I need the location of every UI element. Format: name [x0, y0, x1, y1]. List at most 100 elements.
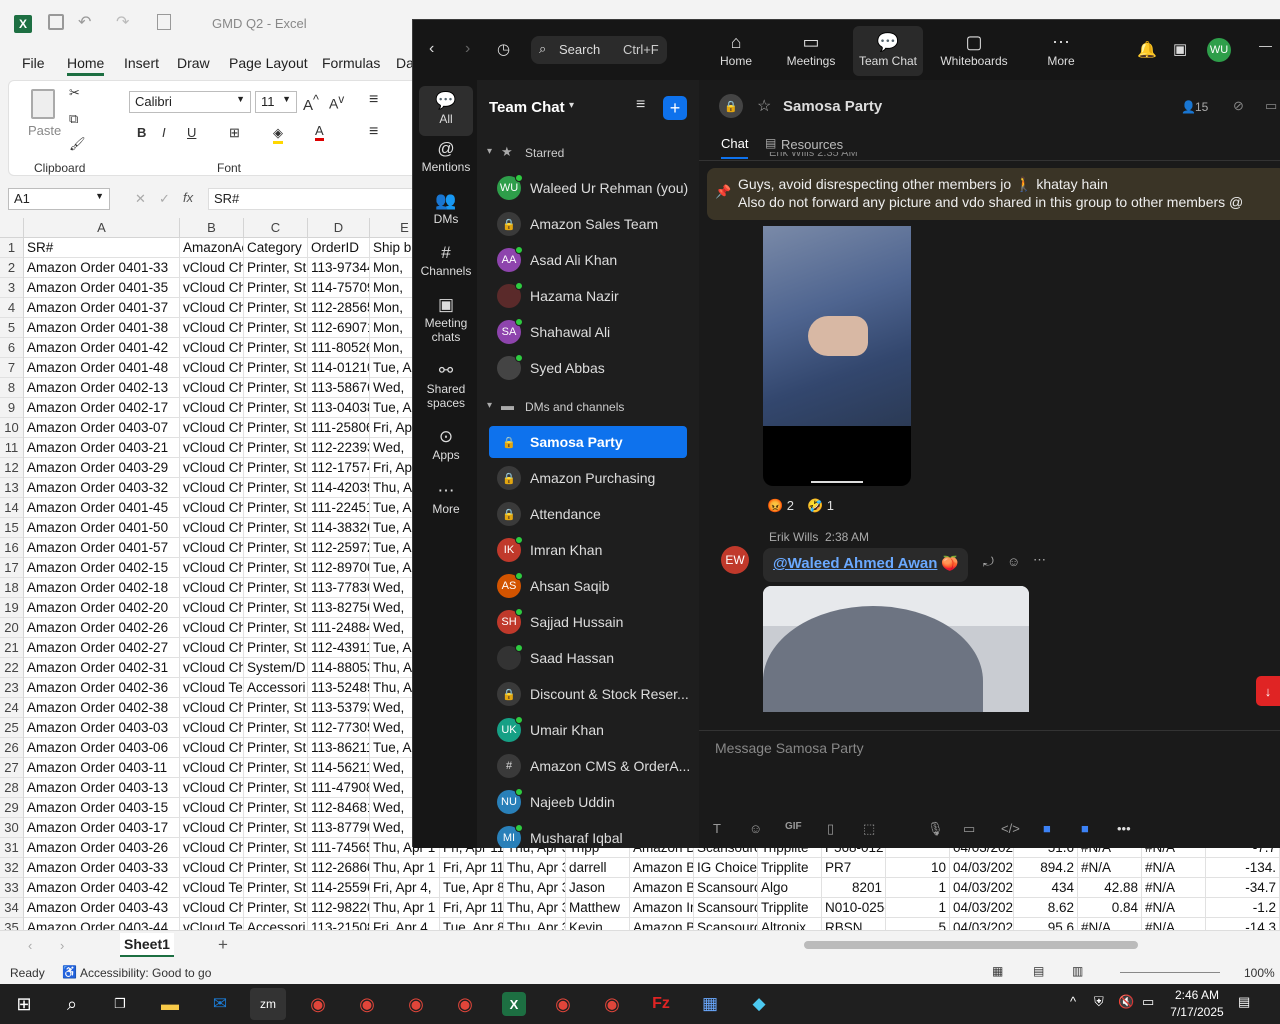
table-cell[interactable]: Printer, St — [244, 758, 308, 778]
table-cell[interactable]: Printer, St — [244, 618, 308, 638]
table-cell[interactable]: 434 — [1014, 878, 1078, 898]
table-cell[interactable]: 113-58676 — [308, 378, 370, 398]
table-cell[interactable]: vCloud Ch — [180, 898, 244, 918]
table-cell[interactable]: 112-77305 — [308, 718, 370, 738]
shared-video-thumbnail[interactable] — [763, 226, 911, 486]
table-cell[interactable]: PR7 — [822, 858, 886, 878]
table-cell[interactable]: Fri, Apr 4, — [370, 878, 440, 898]
column-header[interactable]: D — [308, 218, 370, 238]
row-header[interactable]: 24 — [0, 698, 24, 718]
tab-draw[interactable]: Draw — [177, 55, 210, 71]
row-header[interactable]: 26 — [0, 738, 24, 758]
table-cell[interactable]: 112-25972 — [308, 538, 370, 558]
chat-list-item[interactable]: 🔒 Attendance — [489, 498, 687, 530]
table-cell[interactable]: SR# — [24, 238, 180, 258]
table-cell[interactable]: #N/A — [1142, 898, 1206, 918]
more-actions-icon[interactable]: ⋯ — [1033, 552, 1046, 568]
table-cell[interactable]: Amazon Order 0402-15 — [24, 558, 180, 578]
table-cell[interactable]: Amazon Order 0401-38 — [24, 318, 180, 338]
copy-icon[interactable]: ⧉ — [69, 111, 78, 127]
table-cell[interactable]: Thu, Apr 3 — [504, 918, 566, 930]
table-cell[interactable]: Amazon Order 0401-35 — [24, 278, 180, 298]
calendar-icon[interactable]: ▣ — [1173, 40, 1187, 58]
row-header[interactable]: 35 — [0, 918, 24, 930]
table-cell[interactable]: Printer, St — [244, 298, 308, 318]
table-cell[interactable]: Thu, Apr 1 — [370, 858, 440, 878]
table-cell[interactable]: Accessori — [244, 678, 308, 698]
chat-list-item[interactable]: IK Imran Khan — [489, 534, 687, 566]
row-header[interactable]: 10 — [0, 418, 24, 438]
table-cell[interactable]: Amazon Order 0402-13 — [24, 378, 180, 398]
formula-input[interactable]: SR# — [208, 188, 428, 210]
table-cell[interactable]: Amazon Order 0402-36 — [24, 678, 180, 698]
table-cell[interactable]: Printer, St — [244, 718, 308, 738]
table-cell[interactable]: Thu, Apr 3 — [504, 898, 566, 918]
zoom-level[interactable]: 100% — [1244, 966, 1275, 980]
column-header[interactable]: A — [24, 218, 180, 238]
table-cell[interactable]: vCloud Ch — [180, 538, 244, 558]
chat-list-item[interactable]: Hazama Nazir — [489, 280, 687, 312]
chevron-up-icon[interactable]: ^ — [1070, 994, 1076, 1009]
chat-list-item[interactable]: MI Musharaf Iqbal — [489, 822, 687, 848]
row-header[interactable]: 5 — [0, 318, 24, 338]
network-icon[interactable]: ▭ — [1142, 994, 1154, 1010]
table-cell[interactable]: 04/03/202 — [950, 918, 1014, 930]
table-cell[interactable]: vCloud Ch — [180, 358, 244, 378]
table-cell[interactable]: Amazon Order 0401-57 — [24, 538, 180, 558]
message-composer[interactable]: Message Samosa Party — [715, 740, 864, 756]
font-color-icon[interactable]: A — [315, 123, 324, 141]
row-header[interactable]: 3 — [0, 278, 24, 298]
table-cell[interactable]: Printer, St — [244, 358, 308, 378]
table-cell[interactable]: Tue, Apr 8 — [440, 918, 504, 930]
table-cell[interactable]: RBSN — [822, 918, 886, 930]
next-sheet-icon[interactable]: › — [60, 938, 64, 953]
table-cell[interactable]: vCloud Ch — [180, 578, 244, 598]
chat-list-item[interactable]: WU Waleed Ur Rehman (you) — [489, 172, 688, 204]
screenshot-icon[interactable]: ⬚ — [863, 821, 875, 837]
nav-home[interactable]: ⌂ Home — [703, 26, 769, 76]
table-cell[interactable]: 42.88 — [1078, 878, 1142, 898]
zoom-app-icon[interactable]: zm — [250, 988, 286, 1020]
row-header[interactable]: 15 — [0, 518, 24, 538]
sender-avatar[interactable]: EW — [721, 546, 749, 574]
table-cell[interactable]: 113-86211 — [308, 738, 370, 758]
table-cell[interactable]: 114-42039 — [308, 478, 370, 498]
row-header[interactable]: 1 — [0, 238, 24, 258]
table-cell[interactable]: 111-22451 — [308, 498, 370, 518]
history-icon[interactable]: ◷ — [497, 40, 510, 58]
starred-section-label[interactable]: Starred — [525, 146, 564, 160]
table-cell[interactable]: Kevin — [566, 918, 630, 930]
table-cell[interactable]: Printer, St — [244, 798, 308, 818]
pinned-message-banner[interactable]: 📌 Guys, avoid disrespecting other member… — [707, 168, 1280, 220]
table-cell[interactable]: Printer, St — [244, 878, 308, 898]
table-cell[interactable]: Amazon Order 0401-37 — [24, 298, 180, 318]
row-header[interactable]: 32 — [0, 858, 24, 878]
video-message-icon[interactable]: ▭ — [963, 821, 975, 837]
table-cell[interactable]: 112-84681 — [308, 798, 370, 818]
code-icon[interactable]: </> — [1001, 821, 1020, 836]
app-icon-1[interactable]: ■ — [1043, 821, 1051, 836]
chat-list-item[interactable]: NU Najeeb Uddin — [489, 786, 687, 818]
chevron-down-icon[interactable]: ▾ — [487, 146, 492, 157]
chat-list-item[interactable]: 🔒 Samosa Party — [489, 426, 687, 458]
table-cell[interactable]: 04/03/202 — [950, 898, 1014, 918]
table-cell[interactable]: vCloud Ch — [180, 798, 244, 818]
table-cell[interactable]: Amazon Order 0403-13 — [24, 778, 180, 798]
table-cell[interactable]: Amazon Order 0401-33 — [24, 258, 180, 278]
message-sender[interactable]: Erik Wills — [769, 530, 818, 544]
table-cell[interactable]: 111-74565 — [308, 838, 370, 858]
table-cell[interactable]: 112-26860 — [308, 858, 370, 878]
table-cell[interactable]: 112-22393 — [308, 438, 370, 458]
add-sheet-icon[interactable]: + — [218, 935, 228, 955]
calculator-icon[interactable]: ▦ — [692, 988, 728, 1020]
outlook-icon[interactable]: ✉ — [202, 988, 238, 1020]
row-header[interactable]: 2 — [0, 258, 24, 278]
table-cell[interactable]: Tripplite — [758, 898, 822, 918]
table-cell[interactable]: Tue, Apr 8 — [440, 878, 504, 898]
cancel-icon[interactable]: ✕ — [135, 191, 146, 207]
row-header[interactable]: 16 — [0, 538, 24, 558]
row-header[interactable]: 20 — [0, 618, 24, 638]
row-header[interactable]: 11 — [0, 438, 24, 458]
file-explorer-icon[interactable]: ▬ — [152, 988, 188, 1020]
table-cell[interactable]: Amazon Order 0402-18 — [24, 578, 180, 598]
